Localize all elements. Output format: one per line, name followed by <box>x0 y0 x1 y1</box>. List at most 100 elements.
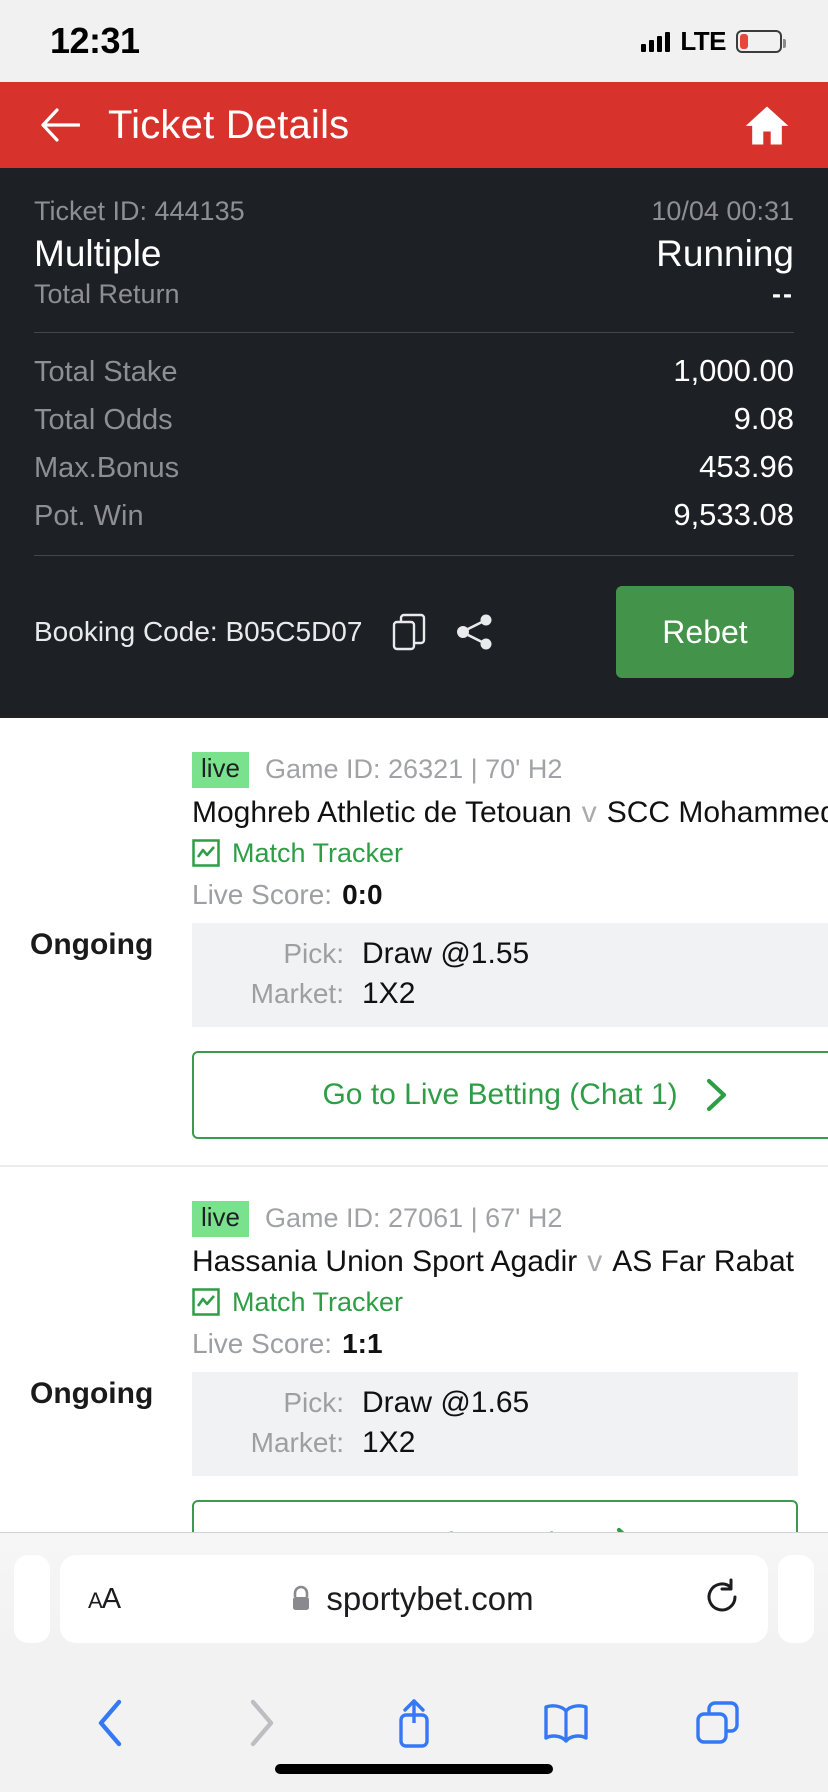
summary-row-label: Total Odds <box>34 404 173 436</box>
battery-icon <box>736 29 786 53</box>
summary-row-value: 453.96 <box>699 449 794 484</box>
copy-button[interactable] <box>392 613 426 651</box>
go-to-live-betting-label: Go to Live Betting (Chat 1) <box>322 1077 678 1111</box>
match-tracker-link[interactable]: Match Tracker <box>192 1287 798 1318</box>
next-tab-sliver[interactable] <box>778 1555 814 1643</box>
live-badge: live <box>192 752 250 788</box>
pick-label: Pick: <box>283 1386 344 1418</box>
pick-box: Pick: Draw @1.55 Market: 1X2 <box>192 922 828 1027</box>
pick-label: Pick: <box>283 937 344 969</box>
live-score: Live Score: 0:0 <box>192 879 828 911</box>
summary-row: Pot. Win 9,533.08 <box>34 497 794 533</box>
live-score: Live Score: 1:1 <box>192 1328 798 1360</box>
browser-bookmarks-button[interactable] <box>535 1692 597 1754</box>
summary-row: Total Odds 9.08 <box>34 401 794 437</box>
app-header: Ticket Details <box>0 82 828 168</box>
back-button[interactable] <box>34 99 86 151</box>
address-bar[interactable]: AA sportybet.com <box>60 1555 768 1643</box>
page-title: Ticket Details <box>108 102 350 147</box>
summary-row-value: 1,000.00 <box>673 353 794 388</box>
live-score-value: 0:0 <box>342 878 383 910</box>
home-button[interactable] <box>740 98 794 152</box>
event-teams: Hassania Union Sport Agadir v AS Far Rabat <box>192 1245 798 1279</box>
ticket-timestamp: 10/04 00:31 <box>651 196 794 226</box>
reload-icon <box>707 1578 737 1611</box>
lock-icon <box>293 1585 310 1610</box>
live-badge: live <box>192 1200 250 1237</box>
total-return-label: Total Return <box>34 279 180 309</box>
chart-line-icon <box>192 1288 220 1317</box>
url-text: sportybet.com <box>326 1580 534 1617</box>
copy-icon <box>393 613 426 651</box>
event-status-label: Ongoing <box>30 1377 154 1411</box>
live-score-label: Live Score: <box>192 878 333 910</box>
pick-box: Pick: Draw @1.65 Market: 1X2 <box>192 1371 798 1476</box>
event-details: live Game ID: 26321 | 70' H2 Moghreb Ath… <box>192 752 828 1139</box>
ticket-status: Running <box>656 233 794 274</box>
event-meta: live Game ID: 27061 | 67' H2 <box>192 1200 798 1237</box>
summary-row-label: Pot. Win <box>34 500 144 532</box>
status-time: 12:31 <box>50 20 140 61</box>
game-id-label: Game ID: 27061 | 67' H2 <box>265 1203 563 1234</box>
previous-tab-sliver[interactable] <box>14 1555 50 1643</box>
bet-type: Multiple <box>34 233 162 274</box>
share-button[interactable] <box>456 613 494 651</box>
ticket-id-row: Ticket ID: 444135 10/04 00:31 <box>34 196 794 227</box>
booking-code: Booking Code: B05C5D07 <box>34 616 363 647</box>
event-status-label: Ongoing <box>30 928 154 962</box>
market-row: Market: 1X2 <box>192 1426 798 1460</box>
share-up-icon <box>399 1698 429 1748</box>
summary-row-label: Total Stake <box>34 356 178 388</box>
arrow-left-icon <box>41 108 80 142</box>
summary-divider-top <box>34 332 794 333</box>
url-row: AA sportybet.com <box>0 1545 828 1653</box>
live-score-label: Live Score: <box>192 1327 333 1359</box>
event-status: Ongoing <box>30 752 192 1139</box>
browser-share-button[interactable] <box>383 1692 445 1754</box>
text-size-button[interactable]: AA <box>88 1583 121 1616</box>
event-row: Ongoing live Game ID: 26321 | 70' H2 Mog… <box>0 718 828 1165</box>
total-return-value: -- <box>772 279 794 309</box>
away-team: AS Far Rabat <box>612 1244 794 1278</box>
market-value: 1X2 <box>362 976 416 1010</box>
signal-icon <box>641 30 671 52</box>
chart-line-icon <box>192 839 220 868</box>
pick-row: Pick: Draw @1.65 <box>192 1386 798 1420</box>
market-label: Market: <box>250 1426 344 1458</box>
event-status: Ongoing <box>30 1201 192 1588</box>
status-bar: 12:31 LTE <box>0 0 828 82</box>
versus-label: v <box>587 1244 603 1278</box>
status-indicators: LTE <box>641 26 786 57</box>
event-details: live Game ID: 27061 | 67' H2 Hassania Un… <box>192 1200 798 1588</box>
booking-code-row: Booking Code: B05C5D07 Rebet <box>34 556 794 718</box>
summary-row: Total Stake 1,000.00 <box>34 353 794 389</box>
home-team: Hassania Union Sport Agadir <box>192 1244 578 1278</box>
browser-bottom-bar: AA sportybet.com <box>0 1532 828 1792</box>
ticket-summary: Ticket ID: 444135 10/04 00:31 Multiple R… <box>0 168 828 718</box>
match-tracker-label: Match Tracker <box>232 1286 404 1317</box>
go-to-live-betting-button[interactable]: Go to Live Betting (Chat 1) <box>192 1050 828 1139</box>
reload-button[interactable] <box>704 1578 740 1621</box>
browser-tabs-button[interactable] <box>687 1692 749 1754</box>
ticket-id: Ticket ID: 444135 <box>34 196 245 226</box>
event-teams: Moghreb Athletic de Tetouan v SCC Mohammed… <box>192 796 828 830</box>
live-score-value: 1:1 <box>342 1327 383 1359</box>
chevron-right-icon <box>250 1699 274 1746</box>
rebet-button[interactable]: Rebet <box>616 586 794 678</box>
book-icon <box>544 1703 588 1743</box>
browser-forward-button[interactable] <box>231 1692 293 1754</box>
chevron-left-icon <box>98 1699 122 1746</box>
home-indicator <box>275 1764 553 1774</box>
match-tracker-link[interactable]: Match Tracker <box>192 838 828 869</box>
summary-row-label: Max.Bonus <box>34 452 180 484</box>
browser-back-button[interactable] <box>79 1692 141 1754</box>
total-return-row: Total Return -- <box>34 279 794 310</box>
tabs-icon <box>696 1700 739 1744</box>
chevron-right-icon <box>706 1078 726 1111</box>
market-value: 1X2 <box>362 1425 416 1459</box>
url-display: sportybet.com <box>120 1580 704 1618</box>
versus-label: v <box>581 795 597 829</box>
pick-value: Draw @1.55 <box>362 936 530 970</box>
market-row: Market: 1X2 <box>192 977 828 1011</box>
bet-type-row: Multiple Running <box>34 233 794 275</box>
